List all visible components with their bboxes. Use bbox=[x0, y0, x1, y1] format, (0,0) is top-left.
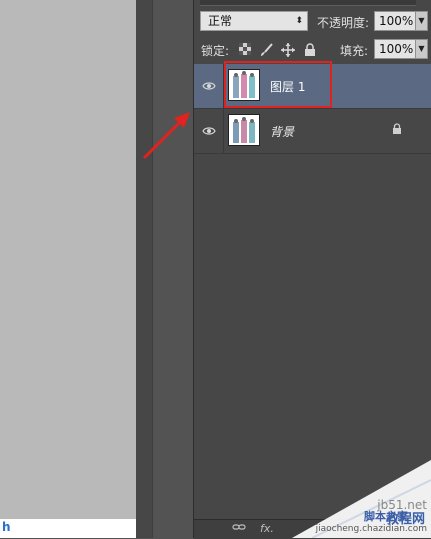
visibility-toggle[interactable] bbox=[194, 64, 224, 108]
link-icon[interactable] bbox=[232, 522, 246, 535]
layer-thumbnail bbox=[228, 114, 260, 146]
blend-mode-select[interactable]: 正常 ⬍ bbox=[200, 11, 308, 31]
lock-all-icon[interactable] bbox=[303, 43, 317, 57]
blend-mode-value: 正常 bbox=[208, 14, 233, 28]
annotation-arrow-icon bbox=[142, 112, 190, 160]
updown-arrow-icon: ⬍ bbox=[295, 16, 303, 26]
lock-fill-row: 锁定: 填充: 100% ▼ bbox=[194, 38, 431, 62]
lock-position-move-icon[interactable] bbox=[281, 43, 295, 57]
panel-dock-strip bbox=[152, 0, 194, 538]
layer-row-background[interactable]: 背景 bbox=[194, 109, 431, 154]
opacity-label: 不透明度: bbox=[317, 16, 370, 30]
lock-transparent-pixels-icon[interactable] bbox=[238, 43, 252, 57]
opacity-input[interactable]: 100% bbox=[374, 11, 416, 31]
layer-name[interactable]: 背景 bbox=[270, 123, 294, 140]
fill-dropdown-button[interactable]: ▼ bbox=[415, 39, 428, 59]
fill-input[interactable]: 100% bbox=[374, 39, 416, 59]
lock-image-pixels-brush-icon[interactable] bbox=[259, 43, 273, 57]
panel-header-edge bbox=[200, 0, 416, 6]
eye-icon bbox=[202, 124, 216, 138]
fill-label: 填充: bbox=[340, 44, 369, 58]
visibility-toggle[interactable] bbox=[194, 109, 224, 153]
highlight-box bbox=[224, 61, 332, 108]
lock-icon bbox=[392, 123, 402, 138]
blend-opacity-row: 正常 ⬍ 不透明度: 100% ▼ bbox=[194, 10, 431, 34]
document-canvas[interactable] bbox=[0, 0, 136, 538]
eye-icon bbox=[202, 79, 216, 93]
canvas-status-bar bbox=[0, 519, 136, 538]
canvas-badge-icon: h bbox=[2, 520, 11, 534]
fx-icon[interactable]: fx. bbox=[260, 522, 274, 535]
opacity-dropdown-button[interactable]: ▼ bbox=[415, 11, 428, 31]
layers-panel-footer: fx. bbox=[194, 519, 431, 539]
canvas-gutter bbox=[136, 0, 152, 538]
lock-label: 锁定: bbox=[201, 44, 230, 58]
